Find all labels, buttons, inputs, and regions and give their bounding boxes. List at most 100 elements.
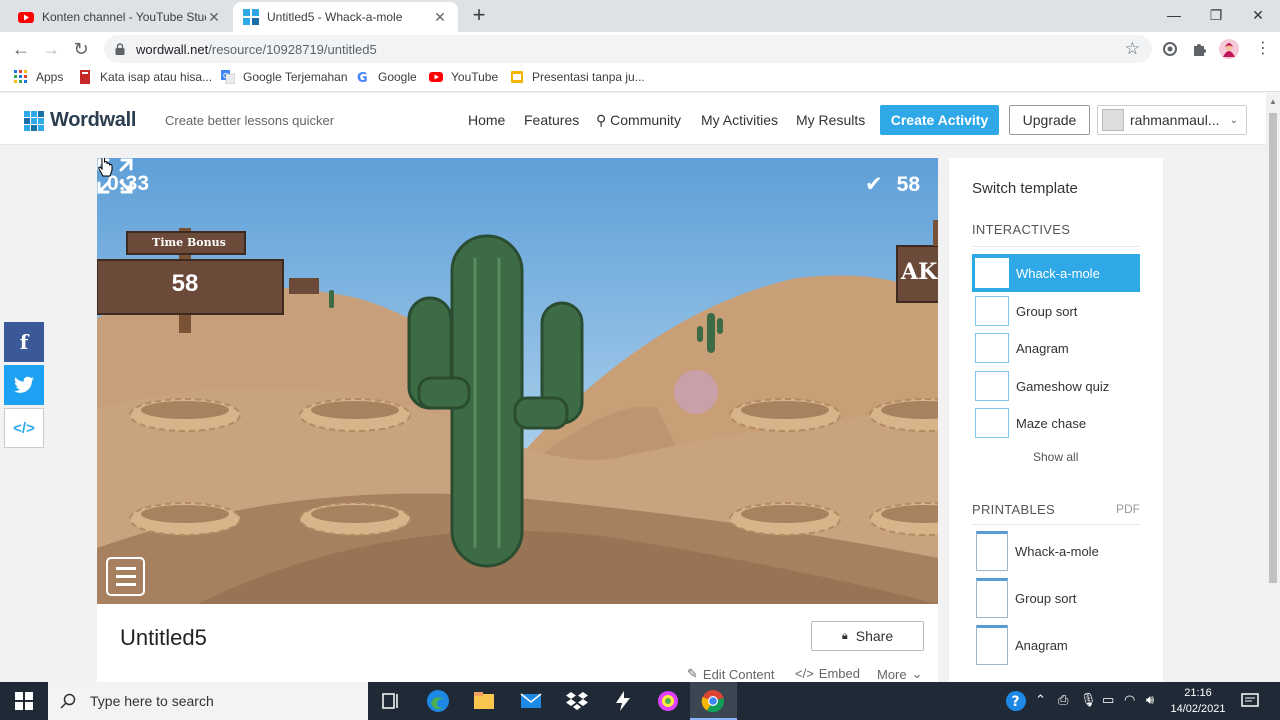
nav-features[interactable]: Features bbox=[524, 112, 579, 128]
bookmarks-bar: Apps Kata isap atau hisa... G Google Ter… bbox=[0, 66, 1280, 92]
interactives-label: INTERACTIVES bbox=[972, 222, 1071, 237]
bookmark-kata-isap[interactable]: Kata isap atau hisa... bbox=[78, 70, 212, 84]
tab-whack-a-mole[interactable]: Untitled5 - Whack-a-mole ✕ bbox=[233, 2, 458, 32]
tab-youtube-studio[interactable]: Konten channel - YouTube Studio ✕ bbox=[8, 2, 232, 32]
printable-anagram[interactable]: Anagram bbox=[976, 625, 1068, 665]
help-icon[interactable]: ? bbox=[1005, 690, 1027, 712]
minimize-icon[interactable]: — bbox=[1152, 0, 1196, 30]
show-all-link[interactable]: Show all bbox=[1033, 450, 1078, 464]
app-lightning-icon[interactable] bbox=[611, 689, 635, 713]
system-clock[interactable]: 21:16 14/02/2021 bbox=[1166, 685, 1230, 717]
code-icon: </> bbox=[795, 666, 814, 681]
back-icon[interactable]: ← bbox=[10, 38, 32, 60]
template-anagram[interactable]: Anagram bbox=[972, 329, 1140, 367]
template-label: Maze chase bbox=[1016, 415, 1087, 431]
facebook-share-button[interactable]: f bbox=[4, 322, 44, 362]
nav-my-activities[interactable]: My Activities bbox=[701, 112, 778, 128]
microphone-icon[interactable]: 🎙︎ bbox=[1080, 692, 1097, 708]
file-explorer-icon[interactable] bbox=[472, 689, 496, 713]
extensions-puzzle-icon[interactable] bbox=[1191, 40, 1209, 58]
meet-now-icon[interactable]: ⎙ bbox=[1058, 692, 1068, 708]
task-view-icon[interactable] bbox=[379, 689, 403, 713]
slides-icon bbox=[511, 71, 523, 83]
game-canvas[interactable]: 0:33 ✔ 58 Time Bonus 58 AKI bbox=[97, 158, 938, 604]
dropbox-icon[interactable] bbox=[565, 689, 589, 713]
wordwall-page: Wordwall Create better lessons quicker H… bbox=[0, 93, 1266, 682]
nav-community[interactable]: ⚲ Community bbox=[596, 112, 681, 129]
printable-page-icon bbox=[976, 578, 1008, 618]
bookmark-star-icon[interactable]: ☆ bbox=[1125, 39, 1140, 59]
game-menu-button[interactable] bbox=[106, 557, 145, 596]
embed-label: Embed bbox=[818, 666, 860, 681]
edge-icon[interactable] bbox=[426, 689, 450, 713]
taskbar-chrome-active[interactable] bbox=[690, 682, 737, 720]
edit-content-link[interactable]: ✎ Edit Content bbox=[687, 666, 774, 682]
bookmark-apps[interactable]: Apps bbox=[14, 70, 63, 84]
more-label: More bbox=[877, 666, 907, 682]
template-maze-chase[interactable]: Maze chase bbox=[972, 404, 1140, 442]
taskbar-search[interactable]: Type here to search bbox=[48, 682, 368, 720]
bookmark-presentasi[interactable]: Presentasi tanpa ju... bbox=[510, 70, 645, 84]
embed-link[interactable]: </> Embed bbox=[795, 666, 860, 681]
template-whack-a-mole[interactable]: Whack-a-mole bbox=[972, 254, 1140, 292]
profile-avatar-icon[interactable] bbox=[1219, 39, 1239, 59]
new-tab-icon[interactable]: + bbox=[468, 4, 490, 26]
twitter-share-button[interactable] bbox=[4, 365, 44, 405]
close-tab-icon[interactable]: ✕ bbox=[432, 9, 448, 26]
printable-group-sort[interactable]: Group sort bbox=[976, 578, 1076, 618]
switch-template-panel: Switch template INTERACTIVES Whack-a-mol… bbox=[949, 158, 1163, 682]
nav-home[interactable]: Home bbox=[468, 112, 505, 128]
bookmark-label: Google bbox=[378, 70, 417, 84]
scroll-up-icon[interactable]: ▲ bbox=[1269, 97, 1277, 106]
restore-icon[interactable]: ❐ bbox=[1194, 0, 1238, 30]
windows-logo-icon bbox=[15, 692, 33, 710]
search-placeholder: Type here to search bbox=[90, 693, 214, 709]
activity-info-panel: Untitled5 🔒︎ Share ✎ Edit Content </> Embe… bbox=[97, 604, 938, 682]
close-tab-icon[interactable]: ✕ bbox=[206, 9, 222, 26]
address-bar[interactable]: wordwall.net/resource/10928719/untitled5… bbox=[104, 35, 1152, 63]
checkmark-icon: ✔ bbox=[865, 173, 883, 196]
template-gameshow-quiz[interactable]: Gameshow quiz bbox=[972, 367, 1140, 405]
upgrade-button[interactable]: Upgrade bbox=[1009, 105, 1090, 135]
printable-whack-a-mole[interactable]: Whack-a-mole bbox=[976, 531, 1099, 571]
forward-icon[interactable]: → bbox=[40, 38, 62, 60]
nav-my-results[interactable]: My Results bbox=[796, 112, 865, 128]
bookmark-google[interactable]: G Google bbox=[356, 70, 417, 84]
activity-title: Untitled5 bbox=[120, 625, 207, 650]
bookmark-google-terjemahan[interactable]: G Google Terjemahan bbox=[221, 70, 348, 84]
windows-start-button[interactable] bbox=[0, 682, 48, 720]
windows-taskbar: Type here to search ? ⌃ ⎙ 🎙︎ ▭ ◠ 🔊︎ 21:1… bbox=[0, 682, 1280, 720]
user-menu[interactable]: rahmanmaul... ⌄ bbox=[1097, 105, 1247, 135]
create-activity-button[interactable]: Create Activity bbox=[880, 105, 999, 135]
reload-icon[interactable]: ↻ bbox=[70, 38, 92, 60]
notifications-icon[interactable] bbox=[1240, 691, 1260, 711]
page-scrollbar[interactable]: ▲ bbox=[1266, 93, 1280, 682]
anagram-icon bbox=[975, 333, 1009, 363]
bookmark-label: YouTube bbox=[451, 70, 499, 84]
color-app-icon[interactable] bbox=[656, 689, 680, 713]
mail-icon[interactable] bbox=[519, 689, 543, 713]
tab-title: Konten channel - YouTube Studio bbox=[42, 10, 206, 24]
divider bbox=[972, 246, 1140, 247]
desert-scene bbox=[97, 158, 938, 604]
search-icon: ⚲ bbox=[596, 112, 611, 128]
embed-share-button[interactable]: </> bbox=[4, 408, 44, 448]
battery-icon[interactable]: ▭ bbox=[1102, 692, 1114, 708]
more-link[interactable]: More ⌄ bbox=[877, 666, 923, 682]
answer-sign-text: AKI bbox=[901, 259, 938, 285]
bookmark-youtube[interactable]: YouTube bbox=[429, 70, 498, 84]
wifi-icon[interactable]: ◠ bbox=[1124, 692, 1135, 708]
scrollbar-thumb[interactable] bbox=[1269, 113, 1277, 583]
printable-page-icon bbox=[976, 625, 1008, 665]
twitter-icon bbox=[14, 376, 34, 393]
wordwall-logo[interactable]: Wordwall bbox=[24, 109, 136, 132]
template-group-sort[interactable]: Group sort bbox=[972, 292, 1140, 330]
group-sort-icon bbox=[975, 296, 1009, 326]
chevron-up-icon[interactable]: ⌃ bbox=[1035, 692, 1046, 708]
volume-icon[interactable]: 🔊︎ bbox=[1146, 692, 1154, 708]
chrome-menu-icon[interactable]: ⋮ bbox=[1252, 38, 1274, 60]
share-button[interactable]: 🔒︎ Share bbox=[811, 621, 924, 651]
extension-circle-icon[interactable] bbox=[1161, 40, 1179, 58]
close-window-icon[interactable]: ✕ bbox=[1236, 0, 1280, 30]
gameshow-quiz-icon bbox=[975, 371, 1009, 401]
